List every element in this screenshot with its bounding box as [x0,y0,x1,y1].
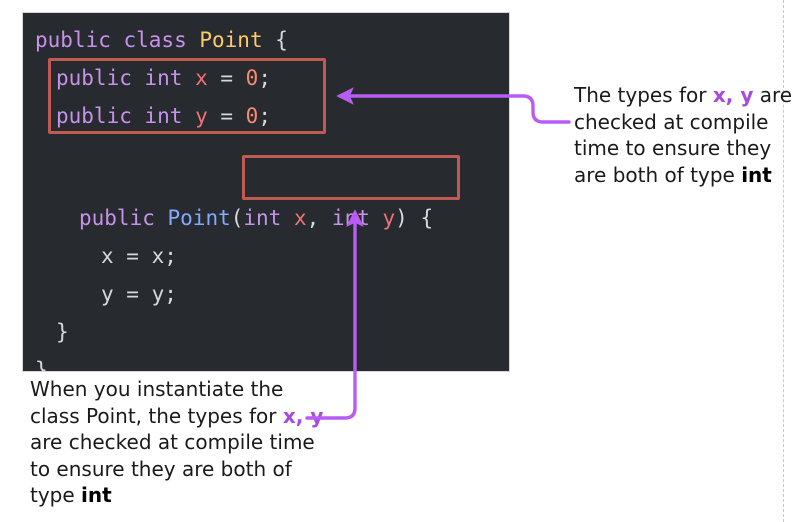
code-token-punctuation: , [306,206,332,230]
code-token-punctuation: } [56,320,69,344]
code-token-punctuation: ) { [395,206,434,230]
annotation-bottom-text-1: When you instantiate the class Point, th… [30,377,284,428]
code-token-variable: x [293,206,307,230]
code-token-keyword: int [243,206,294,230]
annotation-bottom: When you instantiate the class Point, th… [30,376,330,509]
code-token-punctuation: } [35,358,48,372]
annotation-top: The types for x, y are checked at compil… [574,82,800,188]
code-token-punctuation: ( [230,206,244,230]
code-token-punctuation: { [262,28,288,52]
code-token-statement: y = y; [101,282,177,306]
code-token-function-name: Point [167,206,231,230]
code-line-ctor-decl: public Point(int x, int y) { [79,199,433,237]
annotation-top-accent: x, y [712,83,754,107]
code-token-keyword: public [79,206,168,230]
code-token-statement: x = x; [101,244,177,268]
annotation-top-text-1: The types for [574,83,713,107]
code-token-keyword: int [331,206,383,230]
code-line-assign-y: y = y; [101,275,177,313]
highlight-box-fields [48,58,326,134]
code-line-assign-x: x = x; [101,237,177,275]
annotation-bottom-keyword: int [81,483,112,507]
code-token-variable: y [382,206,396,230]
page-edge-guide-line [783,0,784,522]
code-line-class-decl: public class Point { [35,21,288,59]
code-line-close-class: } [35,351,48,372]
highlight-box-params [242,155,460,200]
code-token-keyword: public class [35,28,200,52]
annotation-bottom-text-2: are checked at compile time to ensure th… [30,430,315,507]
code-line-close-ctor: } [56,313,69,351]
annotation-top-keyword: int [741,162,772,187]
annotation-bottom-accent: x, y [282,403,324,428]
code-token-type-name: Point [199,28,263,52]
